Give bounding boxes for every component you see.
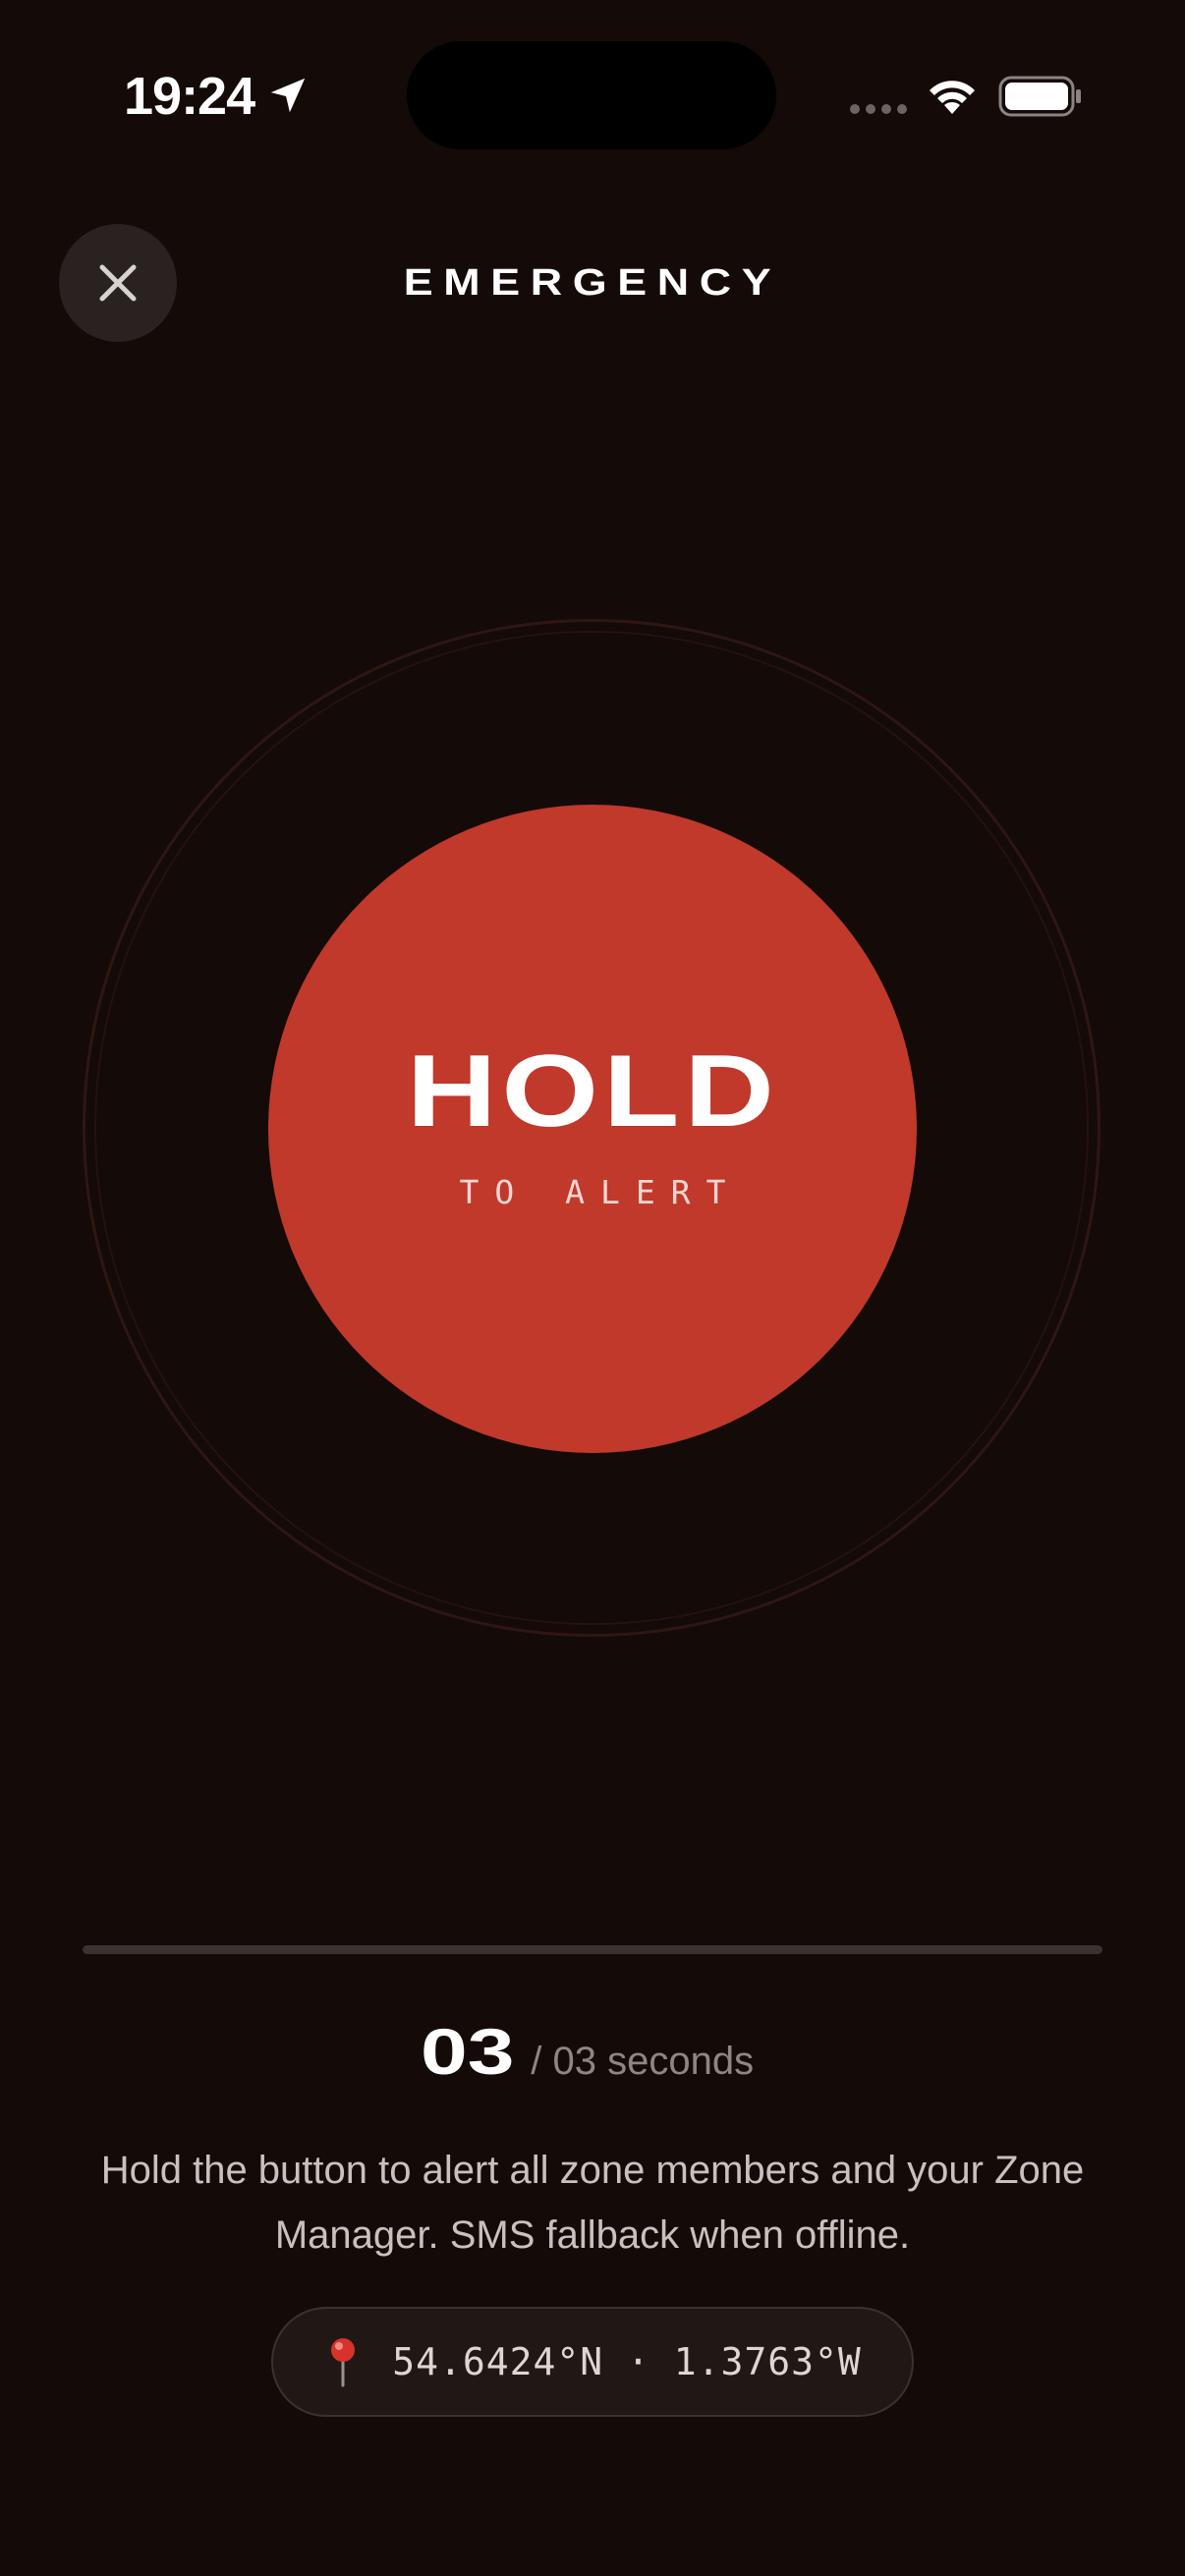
countdown-value: 03 [420,2015,515,2088]
location-arrow-icon [270,78,306,113]
battery-icon [998,76,1081,117]
pin-icon [331,2338,356,2387]
location-coordinates: 54.6424°N · 1.3763°W [392,2340,862,2383]
description-text: Hold the button to alert all zone member… [100,2149,1085,2257]
countdown: 03 / 03 seconds [0,2014,1185,2089]
countdown-total: / 03 seconds [531,2040,755,2083]
hold-label: HOLD [406,1034,779,1148]
wifi-icon [930,81,975,114]
hold-to-alert-button[interactable]: HOLD TO ALERT [268,805,917,1453]
status-bar: 19:24 [0,0,1185,196]
page-title: EMERGENCY [403,262,782,304]
hold-sublabel: TO ALERT [459,1172,742,1211]
signal-dots-icon [850,104,907,114]
hold-progress-bar [83,1945,1102,1954]
dynamic-island [407,41,776,149]
location-pill: 54.6424°N · 1.3763°W [271,2307,914,2417]
status-time: 19:24 [124,67,255,126]
